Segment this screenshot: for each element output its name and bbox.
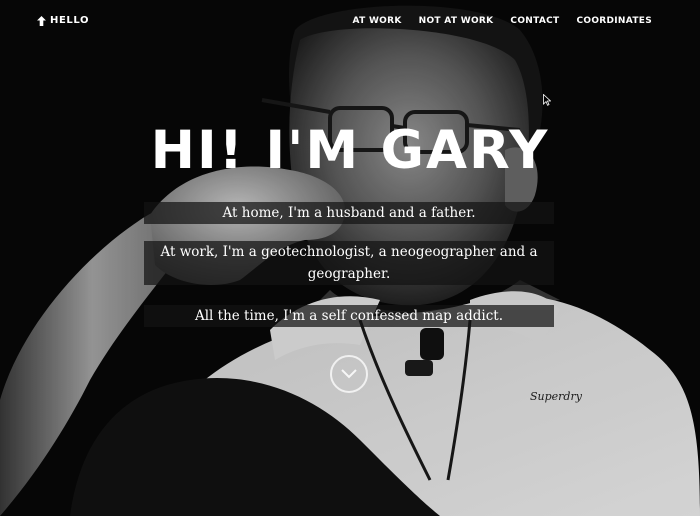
main-nav: AT WORK NOT AT WORK CONTACT COORDINATES: [353, 16, 652, 26]
nav-home-link[interactable]: HELLO: [37, 15, 89, 26]
arrow-up-icon: [37, 15, 46, 26]
nav-home-label: HELLO: [50, 15, 90, 26]
nav-link-at-work[interactable]: AT WORK: [353, 16, 402, 26]
chevron-down-icon: [341, 369, 357, 379]
nav-link-not-at-work[interactable]: NOT AT WORK: [419, 16, 494, 26]
intro-line-all-the-time: All the time, I'm a self confessed map a…: [144, 305, 554, 327]
scroll-down-button[interactable]: [330, 355, 368, 393]
intro-line-home: At home, I'm a husband and a father.: [144, 202, 554, 224]
mouse-pointer-icon: [543, 94, 551, 106]
intro-line-work: At work, I'm a geotechnologist, a neogeo…: [144, 241, 554, 285]
page-title: HI! I'M GARY: [150, 120, 550, 181]
nav-link-contact[interactable]: CONTACT: [510, 16, 559, 26]
nav-link-coordinates[interactable]: COORDINATES: [576, 16, 652, 26]
